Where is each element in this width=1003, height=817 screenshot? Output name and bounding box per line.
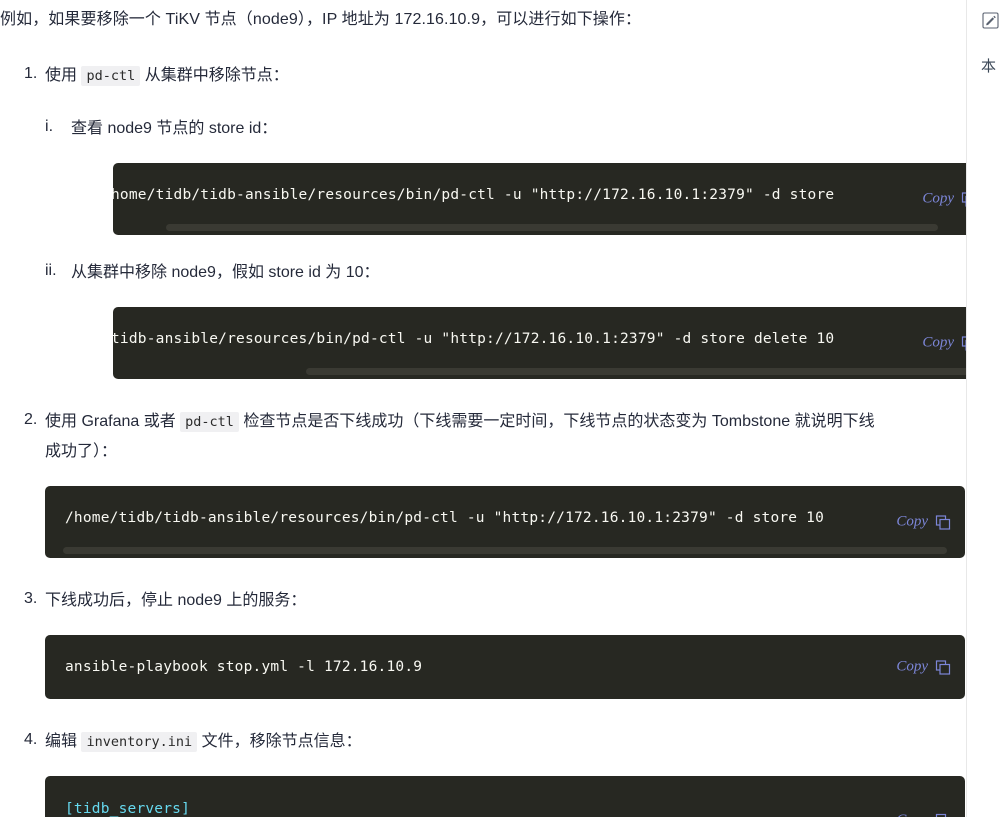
code-block-5-scroll-area[interactable]: [tidb_servers] 172.16.10.4: [45, 776, 965, 817]
copy-button-3-label: Copy: [896, 513, 928, 530]
steps-list: 使用 pd-ctl 从集群中移除节点： 查看 node9 节点的 store i…: [0, 61, 991, 817]
step-item-2: 使用 Grafana 或者 pd-ctl 检查节点是否下线成功（下线需要一定时间…: [0, 407, 966, 558]
code-block-5-text: [tidb_servers] 172.16.10.4: [45, 798, 965, 817]
code-block-1[interactable]: home/tidb/tidb-ansible/resources/bin/pd-…: [113, 163, 991, 235]
code-block-3[interactable]: /home/tidb/tidb-ansible/resources/bin/pd…: [45, 486, 965, 558]
code-block-2-text: tidb-ansible/resources/bin/pd-ctl -u "ht…: [113, 331, 835, 347]
code-block-3-text: /home/tidb/tidb-ansible/resources/bin/pd…: [65, 510, 825, 526]
step-item-1: 使用 pd-ctl 从集群中移除节点： 查看 node9 节点的 store i…: [0, 61, 991, 379]
document-content: 例如，如果要移除一个 TiKV 节点（node9），IP 地址为 172.16.…: [0, 0, 991, 817]
code-block-3-scroll-area[interactable]: /home/tidb/tidb-ansible/resources/bin/pd…: [45, 486, 965, 550]
step-1-text-before: 使用: [45, 67, 78, 84]
step-2-text-before: 使用 Grafana 或者: [45, 413, 176, 430]
edit-page-button[interactable]: [982, 11, 999, 29]
copy-button-5[interactable]: Copy: [896, 812, 951, 817]
substep-1-ii-text: 从集群中移除 node9，假如 store id 为 10：: [71, 264, 380, 281]
copy-button-4[interactable]: Copy: [896, 659, 951, 676]
code-block-2-scrollbar[interactable]: [113, 368, 991, 376]
code-block-4-text: ansible-playbook stop.yml -l 172.16.10.9: [65, 659, 423, 675]
step-4-text-after: 文件，移除节点信息：: [201, 733, 362, 750]
inline-code-inventory-ini: inventory.ini: [81, 732, 198, 752]
step-4-text-before: 编辑: [45, 733, 78, 750]
code-block-4-scroll-area[interactable]: ansible-playbook stop.yml -l 172.16.10.9: [45, 635, 965, 699]
step-1-text-after: 从集群中移除节点：: [144, 67, 289, 84]
copy-button-3[interactable]: Copy: [896, 514, 951, 531]
copy-icon: [935, 813, 951, 817]
step-2-text: 使用 Grafana 或者 pd-ctl 检查节点是否下线成功（下线需要一定时间…: [45, 407, 883, 467]
substep-1-i-text: 查看 node9 节点的 store id：: [71, 120, 278, 137]
copy-button-5-label: Copy: [896, 812, 928, 817]
code-block-1-text: home/tidb/tidb-ansible/resources/bin/pd-…: [113, 187, 835, 203]
code-line-section: [tidb_servers]: [65, 801, 191, 817]
code-block-3-scrollbar[interactable]: [45, 547, 965, 555]
copy-icon: [935, 659, 951, 675]
documentation-page: 例如，如果要移除一个 TiKV 节点（node9），IP 地址为 172.16.…: [0, 0, 1003, 817]
substeps-list-1: 查看 node9 节点的 store id： home/tidb/tidb-an…: [45, 114, 991, 379]
right-sidebar: 本: [966, 0, 1003, 817]
code-block-1-scrollbar-thumb[interactable]: [165, 224, 939, 231]
code-block-5[interactable]: [tidb_servers] 172.16.10.4 Copy: [45, 776, 965, 817]
code-block-1-scrollbar[interactable]: [113, 224, 991, 232]
step-4-text: 编辑 inventory.ini 文件，移除节点信息：: [45, 727, 890, 757]
substep-item-1-ii: 从集群中移除 node9，假如 store id 为 10： tidb-ansi…: [45, 258, 991, 379]
step-item-3: 下线成功后，停止 node9 上的服务： ansible-playbook st…: [0, 586, 966, 699]
copy-button-1-label: Copy: [922, 190, 954, 207]
code-block-2-scrollbar-thumb[interactable]: [306, 368, 991, 375]
inline-code-pd-ctl-2: pd-ctl: [180, 412, 239, 432]
code-block-1-scroll-area[interactable]: home/tidb/tidb-ansible/resources/bin/pd-…: [113, 163, 991, 227]
code-block-2-scroll-area[interactable]: tidb-ansible/resources/bin/pd-ctl -u "ht…: [113, 307, 991, 371]
toc-heading-label: 本: [981, 58, 997, 75]
copy-button-2-label: Copy: [922, 334, 954, 351]
code-block-3-scrollbar-thumb[interactable]: [63, 547, 947, 554]
intro-paragraph: 例如，如果要移除一个 TiKV 节点（node9），IP 地址为 172.16.…: [0, 11, 642, 28]
copy-button-4-label: Copy: [896, 658, 928, 675]
copy-icon: [935, 514, 951, 530]
code-block-2[interactable]: tidb-ansible/resources/bin/pd-ctl -u "ht…: [113, 307, 991, 379]
inline-code-pd-ctl: pd-ctl: [81, 66, 141, 86]
step-3-text: 下线成功后，停止 node9 上的服务：: [45, 592, 307, 609]
substep-item-1-i: 查看 node9 节点的 store id： home/tidb/tidb-an…: [45, 114, 991, 235]
step-item-4: 编辑 inventory.ini 文件，移除节点信息： [tidb_server…: [0, 727, 966, 817]
step-1-text: 使用 pd-ctl 从集群中移除节点：: [45, 61, 890, 91]
code-block-4[interactable]: ansible-playbook stop.yml -l 172.16.10.9…: [45, 635, 965, 699]
